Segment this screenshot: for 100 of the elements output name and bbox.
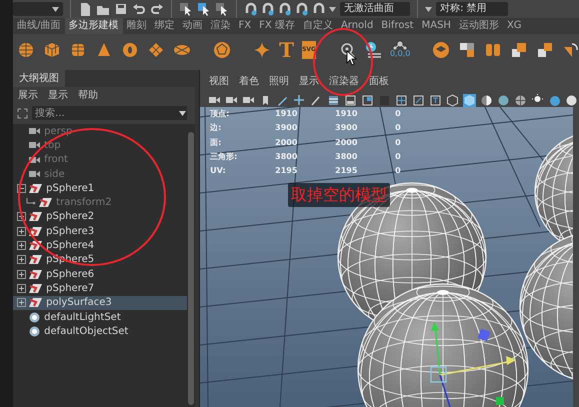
expand-icon[interactable] (17, 212, 26, 222)
outliner-item[interactable]: pSphere4 (13, 238, 188, 253)
cube-icon[interactable] (43, 40, 62, 58)
expand-icon[interactable] (17, 298, 26, 308)
cube-icon[interactable] (463, 94, 476, 106)
outliner-item[interactable]: pSphere6 (13, 266, 188, 282)
menu-item[interactable]: 渲染器 (324, 74, 364, 89)
mesh-icon (29, 182, 42, 194)
frame-icon[interactable] (395, 94, 408, 106)
cube-icon[interactable] (446, 94, 460, 106)
menu-item[interactable]: 显示 (294, 74, 324, 89)
pivot-readout: 0,0,0 (390, 50, 410, 58)
lasso-arrow-icon[interactable] (197, 2, 212, 16)
menu-item[interactable]: 着色 (234, 74, 264, 89)
curve-field[interactable]: 无激活曲面 (340, 2, 410, 16)
stat-value: 0 (395, 151, 402, 164)
shelf-tab[interactable]: XG (502, 18, 526, 34)
shelf-tab[interactable]: Bifrost (377, 18, 418, 34)
save-icon[interactable] (114, 2, 128, 16)
rotate-block-icon[interactable] (562, 40, 579, 58)
outliner-item[interactable]: pSphere1 (13, 181, 188, 196)
shelf-tab[interactable]: Arnold (336, 18, 378, 34)
shelf-tab[interactable]: 自定义 (298, 18, 337, 34)
scrollbar-thumb[interactable] (188, 132, 194, 405)
symmetry-dropdown[interactable]: 对称: 禁用 (436, 2, 508, 16)
stat-label: 面: (210, 136, 222, 149)
panel-icon[interactable] (361, 94, 374, 106)
mesh-icon (29, 282, 42, 294)
outliner-tab[interactable]: 大纲视图 (13, 70, 66, 87)
node-tool[interactable]: 0,0,0 (390, 41, 410, 58)
stat-value: 2195 (335, 165, 358, 178)
torus-icon[interactable] (121, 40, 140, 58)
select-arrow-icon[interactable] (179, 2, 194, 16)
mode-dropdown[interactable] (13, 2, 64, 16)
magnet-icon[interactable] (312, 2, 326, 16)
stat-label: 三角形: (210, 151, 238, 164)
collapse-icon[interactable] (17, 184, 26, 193)
layers-icon[interactable] (432, 40, 450, 58)
shelf-tab[interactable]: 曲线/曲面 (13, 18, 65, 34)
sphere-icon[interactable] (548, 94, 562, 106)
move-icon[interactable] (293, 94, 306, 106)
magnet-icon[interactable] (278, 2, 292, 16)
scrollbar[interactable] (187, 124, 196, 407)
magnet-icon[interactable] (244, 2, 258, 16)
outliner-item[interactable]: defaultObjectSet (13, 324, 188, 338)
shelf-tab[interactable]: 渲染 (206, 18, 235, 34)
expand-icon[interactable] (17, 284, 26, 293)
frame-select-icon[interactable] (17, 108, 28, 118)
clock-list-icon[interactable] (364, 40, 382, 58)
expand-icon[interactable] (17, 241, 26, 250)
sphere-icon[interactable] (565, 94, 578, 106)
outliner-item[interactable]: defaultLightSet (13, 310, 188, 324)
shelf-tab[interactable]: FX (234, 18, 256, 34)
redo-icon[interactable] (150, 2, 164, 16)
panel-icon[interactable] (344, 94, 358, 106)
expand-icon[interactable] (17, 270, 26, 279)
sphere-icon[interactable] (497, 94, 510, 106)
star-icon[interactable] (253, 40, 272, 58)
magnet-icon[interactable] (295, 2, 308, 16)
polyhedron-icon[interactable] (213, 40, 232, 58)
expand-icon[interactable] (17, 226, 26, 236)
menu-item[interactable]: 帮助 (73, 88, 104, 103)
split-squares-icon[interactable] (458, 40, 476, 58)
menu-item[interactable]: 面板 (364, 74, 394, 89)
paint-arrow-icon[interactable] (215, 2, 230, 16)
diamond-icon[interactable] (147, 40, 166, 58)
text-tool[interactable]: T (279, 40, 294, 60)
shelf-tab[interactable]: 多边形建模 (64, 18, 123, 34)
shelf-tab[interactable]: 雕刻 (122, 18, 151, 34)
outliner-item[interactable]: polySurface3 (13, 296, 188, 310)
shelf-tab[interactable]: 动画 (178, 18, 207, 34)
checker-sphere-icon[interactable] (514, 94, 528, 106)
menu-item[interactable]: 展示 (13, 88, 44, 103)
menu-item[interactable]: 照明 (264, 74, 294, 89)
stat-label: 边: (210, 122, 222, 134)
grid-blocks-icon[interactable] (510, 40, 528, 58)
frame-icon[interactable] (412, 94, 426, 106)
shelf-tab[interactable]: 运动图形 (454, 18, 503, 34)
set-icon (29, 312, 40, 322)
shelf-tab[interactable]: MASH (418, 18, 455, 34)
grid-icon[interactable] (327, 94, 340, 106)
shelf-tab[interactable]: FX 缓存 (255, 18, 299, 34)
grid-blocks-icon[interactable] (536, 40, 554, 58)
viewport-scene[interactable] (200, 107, 574, 407)
menu-item[interactable]: 显示 (43, 88, 74, 103)
search-field[interactable]: 搜索... (32, 106, 188, 120)
sphere-icon[interactable] (17, 40, 36, 58)
menu-item[interactable]: 视图 (204, 74, 234, 89)
shelf-tab[interactable]: 绑定 (150, 18, 179, 34)
outliner-item[interactable]: pSphere7 (13, 281, 188, 296)
frame-icon[interactable] (429, 94, 442, 106)
outliner-item[interactable]: pSphere2 (13, 210, 188, 224)
half-circle-icon[interactable] (480, 94, 494, 106)
annotation-text: 取掉空的模型 (288, 183, 390, 207)
magnet-icon[interactable] (261, 2, 274, 16)
expand-icon[interactable] (17, 255, 26, 264)
new-file-icon[interactable] (78, 2, 92, 16)
undo-icon[interactable] (132, 2, 146, 16)
outliner-item[interactable]: pSphere3 (13, 224, 188, 238)
cursor-icon (346, 50, 358, 66)
